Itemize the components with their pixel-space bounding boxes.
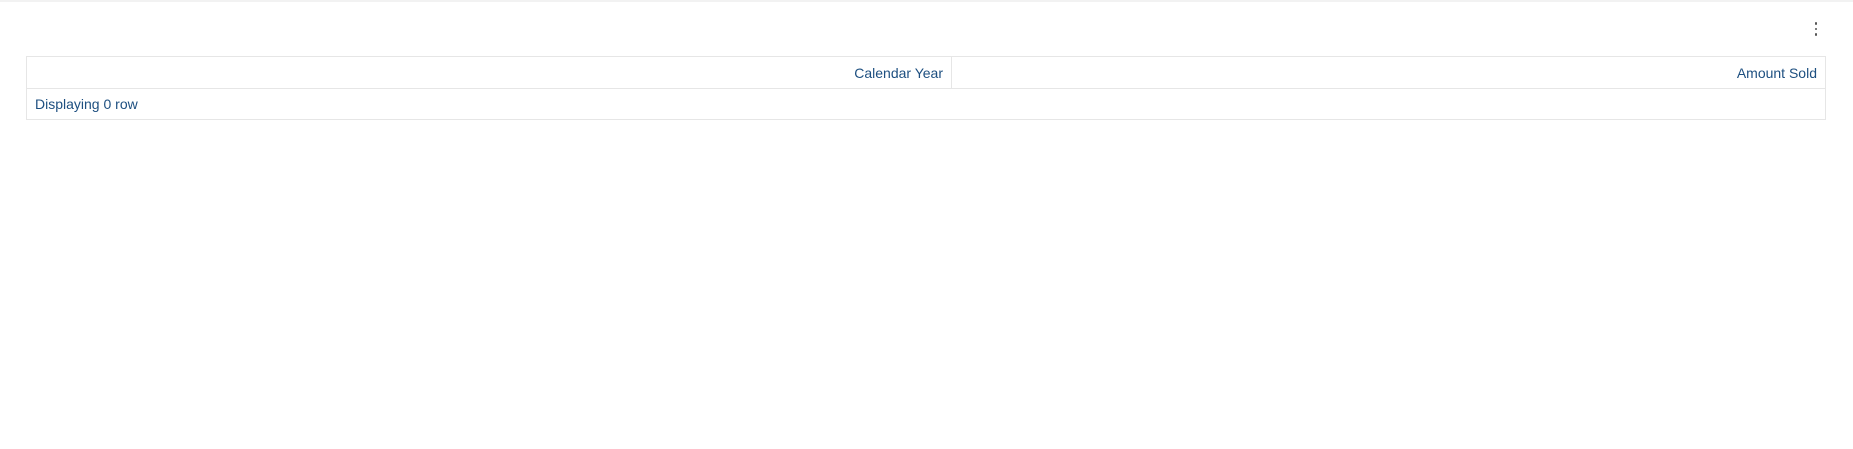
row-count-status: Displaying 0 row bbox=[35, 96, 138, 112]
more-options-icon[interactable] bbox=[1806, 18, 1826, 40]
column-header-calendar-year[interactable]: Calendar Year bbox=[27, 57, 952, 88]
top-divider bbox=[0, 0, 1853, 2]
column-header-amount-sold[interactable]: Amount Sold bbox=[952, 57, 1825, 88]
table-header: Calendar Year Amount Sold bbox=[27, 57, 1825, 89]
data-table: Calendar Year Amount Sold Displaying 0 r… bbox=[26, 56, 1826, 120]
